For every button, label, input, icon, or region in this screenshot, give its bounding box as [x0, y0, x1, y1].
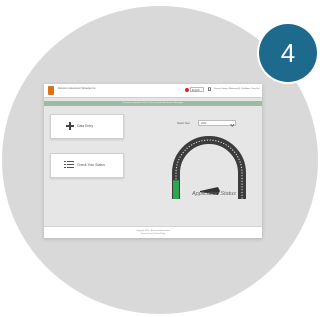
- year-select[interactable]: 2024: [198, 120, 236, 126]
- check-status-label: Check Your Status: [77, 163, 105, 167]
- app-screenshot: Resource Assessment Strategies Inc. Engl…: [44, 84, 262, 238]
- check-status-card[interactable]: Check Your Status: [50, 153, 124, 178]
- footer-links[interactable]: Terms of Use | Privacy Policy: [44, 233, 262, 235]
- top-bar: Resource Assessment Strategies Inc. Engl…: [44, 84, 262, 98]
- data-entry-label: Data Entry: [77, 124, 94, 128]
- flag-icon: [185, 88, 189, 92]
- user-menu[interactable]: Dennis, Ewing | Welcome(0) | Sr Admin | …: [214, 88, 259, 90]
- step-badge: 4: [259, 24, 317, 82]
- gauge-title: Application Status: [192, 191, 237, 197]
- brand-name: Resource Assessment Strategies Inc.: [58, 88, 97, 90]
- step-number: 4: [280, 37, 296, 68]
- language-select[interactable]: English: [190, 87, 204, 92]
- select-year-label: Select Year: [177, 122, 190, 125]
- info-banner: Resources Based for 2030 | Click to Send…: [44, 101, 262, 106]
- checklist-icon: [64, 160, 74, 169]
- data-entry-card[interactable]: Data Entry: [50, 114, 124, 139]
- footer-copyright: Copyright 2024 - Resource Assessment: [136, 230, 170, 232]
- footer: Copyright 2024 - Resource Assessment Ter…: [44, 226, 262, 238]
- bell-icon[interactable]: [208, 87, 211, 91]
- logo-icon: [48, 86, 54, 95]
- plus-icon: [66, 122, 74, 130]
